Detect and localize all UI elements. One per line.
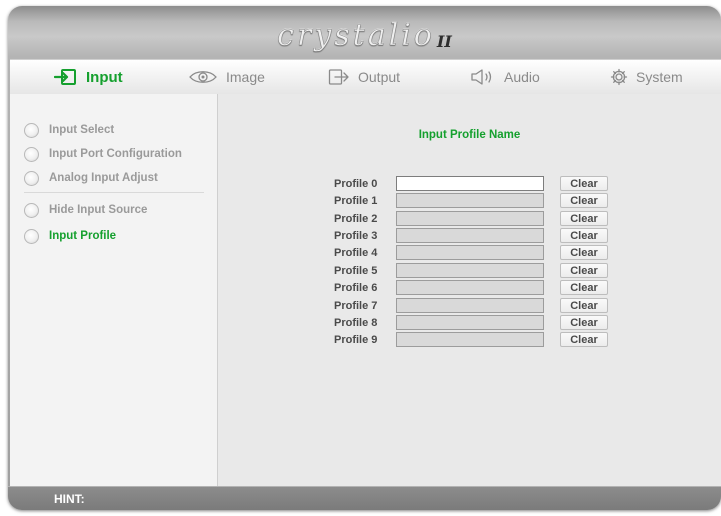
main-panel: Input Profile Name Profile 0 Clear Profi… [218, 94, 721, 486]
hint-label: HINT: [54, 492, 85, 506]
profile-4-clear-button[interactable]: Clear [560, 245, 608, 260]
profile-2-name-field[interactable] [396, 211, 544, 226]
eye-icon [188, 69, 218, 85]
profile-0-clear-button[interactable]: Clear [560, 176, 608, 191]
profile-9-name-field[interactable] [396, 332, 544, 347]
profile-6-name-field[interactable] [396, 280, 544, 295]
profile-label: Profile 5 [334, 265, 378, 277]
profile-row: Profile 2 Clear [218, 211, 721, 228]
app-window: crystalio II Input Image Output Audio Sy… [8, 6, 721, 510]
profile-label: Profile 1 [334, 195, 378, 207]
profile-label: Profile 0 [334, 178, 378, 190]
profile-label: Profile 6 [334, 282, 378, 294]
sidebar-item-input-port-configuration[interactable]: Input Port Configuration [24, 144, 182, 164]
profile-row: Profile 1 Clear [218, 193, 721, 210]
radio-button[interactable] [24, 202, 39, 218]
profile-9-clear-button[interactable]: Clear [560, 332, 608, 347]
sidebar-item-label: Input Port Configuration [49, 148, 182, 160]
tab-image[interactable]: Image [188, 60, 265, 94]
profile-label: Profile 7 [334, 300, 378, 312]
radio-button[interactable] [24, 146, 39, 162]
speaker-icon [470, 68, 496, 86]
profile-4-name-field[interactable] [396, 245, 544, 260]
profile-row: Profile 0 Clear [218, 176, 721, 193]
page-title: Input Profile Name [418, 129, 521, 141]
tab-system[interactable]: System [610, 60, 683, 94]
profile-6-clear-button[interactable]: Clear [560, 280, 608, 295]
tab-output[interactable]: Output [328, 60, 400, 94]
profile-2-clear-button[interactable]: Clear [560, 211, 608, 226]
profile-5-clear-button[interactable]: Clear [560, 263, 608, 278]
sidebar-item-input-profile[interactable]: Input Profile [24, 226, 116, 246]
sidebar-divider [24, 192, 204, 193]
input-icon [54, 68, 78, 86]
profile-label: Profile 8 [334, 317, 378, 329]
profile-row: Profile 4 Clear [218, 245, 721, 262]
output-icon [328, 68, 350, 86]
profile-0-name-field[interactable] [396, 176, 544, 191]
profile-7-clear-button[interactable]: Clear [560, 298, 608, 313]
tab-output-label: Output [358, 69, 401, 85]
profile-label: Profile 9 [334, 334, 378, 346]
hint-bar: HINT: [8, 486, 721, 510]
radio-button[interactable] [24, 122, 39, 138]
sidebar-item-hide-input-source[interactable]: Hide Input Source [24, 200, 147, 220]
tab-input-label: Input [86, 68, 123, 86]
profile-row: Profile 3 Clear [218, 228, 721, 245]
brand-name: crystalio [277, 17, 435, 53]
profile-label: Profile 3 [334, 230, 378, 242]
tab-image-label: Image [226, 69, 265, 85]
profile-row: Profile 8 Clear [218, 315, 721, 332]
sidebar-item-label: Input Profile [49, 230, 117, 242]
profile-row: Profile 6 Clear [218, 280, 721, 297]
tab-audio[interactable]: Audio [470, 60, 540, 94]
gear-icon [610, 68, 628, 86]
profile-label: Profile 2 [334, 213, 378, 225]
brand-suffix: II [436, 31, 452, 51]
tab-input[interactable]: Input [54, 60, 123, 94]
sidebar: Input Select Input Port Configuration An… [10, 94, 218, 486]
profile-3-name-field[interactable] [396, 228, 544, 243]
main-nav: Input Image Output Audio System [10, 59, 721, 95]
radio-button[interactable] [24, 228, 39, 244]
sidebar-item-analog-input-adjust[interactable]: Analog Input Adjust [24, 168, 158, 188]
profile-row: Profile 9 Clear [218, 332, 721, 349]
profile-label: Profile 4 [334, 247, 378, 259]
profile-5-name-field[interactable] [396, 263, 544, 278]
profile-3-clear-button[interactable]: Clear [560, 228, 608, 243]
sidebar-item-label: Analog Input Adjust [49, 172, 158, 184]
sidebar-item-label: Input Select [49, 124, 115, 136]
sidebar-item-input-select[interactable]: Input Select [24, 120, 114, 140]
profile-row: Profile 5 Clear [218, 263, 721, 280]
profile-8-clear-button[interactable]: Clear [560, 315, 608, 330]
profile-1-name-field[interactable] [396, 193, 544, 208]
profile-8-name-field[interactable] [396, 315, 544, 330]
sidebar-item-label: Hide Input Source [49, 204, 148, 216]
profile-7-name-field[interactable] [396, 298, 544, 313]
crystalio-logo: crystalio II [277, 17, 452, 53]
brand-header: crystalio II [8, 14, 721, 56]
tab-system-label: System [636, 69, 683, 85]
radio-button[interactable] [24, 170, 39, 186]
profile-row: Profile 7 Clear [218, 298, 721, 315]
tab-audio-label: Audio [504, 69, 540, 85]
profile-1-clear-button[interactable]: Clear [560, 193, 608, 208]
